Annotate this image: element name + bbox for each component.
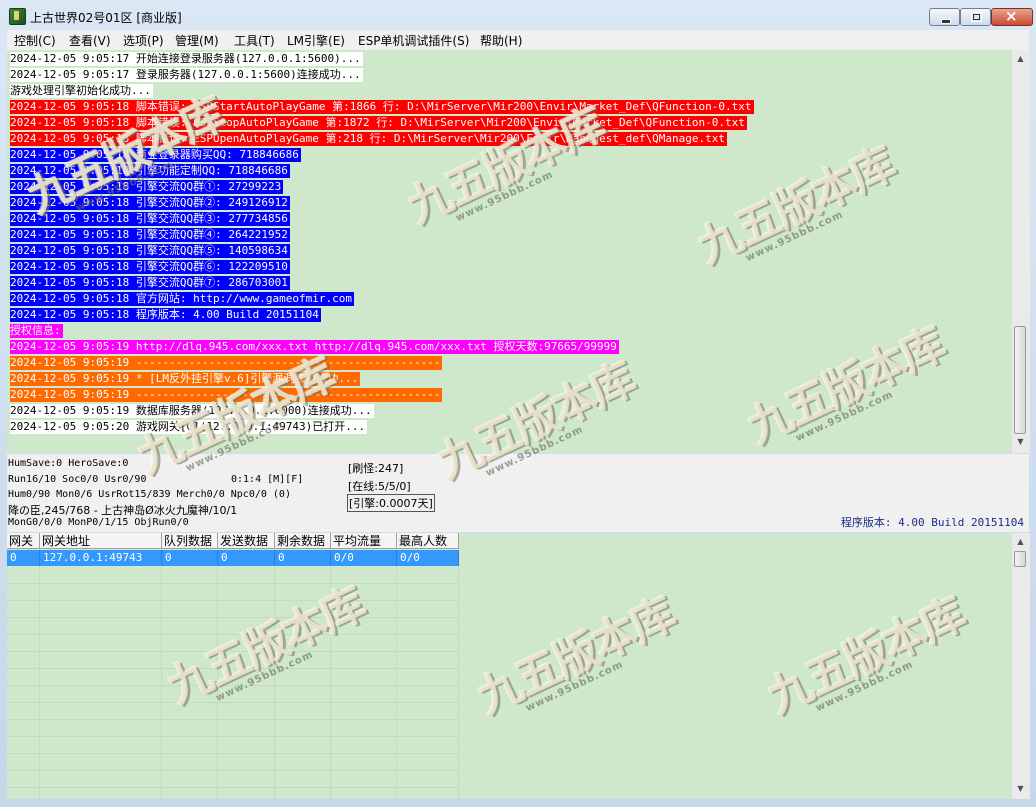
mob-refresh-status: [刷怪:247] [348, 462, 404, 475]
log-line: 2024-12-05 9:05:18 引擎功能定制QQ: 718846686 [10, 164, 290, 178]
application-window: 上古世界02号01区 [商业版] × 控制(C) 查看(V) 选项(P) 管理(… [0, 0, 1036, 807]
log-line: 2024-12-05 9:05:18 引擎交流QQ群④: 264221952 [10, 228, 290, 242]
log-line: 2024-12-05 9:05:18 引擎交流QQ群⑥: 122209510 [10, 260, 290, 274]
grid-line [7, 753, 459, 754]
grid-line [396, 567, 397, 799]
log-line: 2024-12-05 9:05:19 数据库服务器(127.0.0.1:6000… [10, 404, 374, 418]
engine-status: [引擎:0.0007天] [347, 494, 435, 512]
table-cell[interactable]: 0 [162, 550, 218, 566]
log-line: 2024-12-05 9:05:18 引擎交流QQ群⑤: 140598634 [10, 244, 290, 258]
log-line: 2024-12-05 9:05:18 引擎交流QQ群③: 277734856 [10, 212, 290, 226]
grid-line [7, 583, 459, 584]
maximize-icon [971, 12, 982, 22]
grid-line [7, 770, 459, 771]
log-line: 2024-12-05 9:05:18 引擎交流QQ群②: 249126912 [10, 196, 290, 210]
grid-line [458, 567, 459, 799]
table-cell[interactable]: 0/0 [397, 550, 459, 566]
program-version: 程序版本: 4.00 Build 20151104 [840, 516, 1024, 529]
menu-lm-engine[interactable]: LM引擎(E) [287, 32, 345, 49]
minimize-button[interactable] [929, 8, 960, 26]
col-header-sent-data[interactable]: 发送数据 [218, 533, 275, 549]
map-status: 降の臣,245/768 - 上古神岛Ø冰火九魔神/10/1 [8, 504, 238, 517]
col-header-remaining-data[interactable]: 剩余数据 [275, 533, 331, 549]
log-line: 2024-12-05 9:05:19 ---------------------… [10, 388, 443, 402]
log-line: 2024-12-05 9:05:18 引擎交流QQ群①: 27299223 [10, 180, 284, 194]
app-icon[interactable] [9, 8, 26, 25]
menu-view[interactable]: 查看(V) [69, 32, 111, 49]
status-panel: HumSave:0 HeroSave:0 Run16/10 Soc0/0 Usr… [7, 454, 1029, 532]
table-cell[interactable]: 0 [275, 550, 331, 566]
log-line: 游戏处理引擎初始化成功... [10, 84, 153, 98]
table-scrollbar[interactable]: ▲ ▼ [1011, 533, 1030, 799]
grid-line [7, 651, 459, 652]
grid-line [7, 719, 459, 720]
log-line: 授权信息: [10, 324, 63, 338]
table-cell[interactable]: 127.0.0.1:49743 [40, 550, 162, 566]
menu-esp-plugin[interactable]: ESP单机调试插件(S) [358, 32, 469, 49]
save-status: HumSave:0 HeroSave:0 [8, 458, 129, 469]
menu-options[interactable]: 选项(P) [123, 32, 164, 49]
log-line: 2024-12-05 9:05:19 http://dlq.945.com/xx… [10, 340, 619, 354]
log-scrollbar[interactable]: ▲ ▼ [1011, 50, 1030, 453]
human-monster-status: Hum0/90 Mon0/6 UsrRot15/839 Merch0/0 Npc… [8, 489, 291, 500]
scroll-up-icon[interactable]: ▲ [1014, 535, 1027, 549]
window-title: 上古世界02号01区 [商业版] [30, 11, 182, 25]
col-header-gateway-address[interactable]: 网关地址 [40, 533, 162, 549]
maximize-button[interactable] [960, 8, 991, 26]
grid-line [7, 668, 459, 669]
server-log[interactable]: 2024-12-05 9:05:17 开始连接登录服务器(127.0.0.1:5… [7, 50, 1011, 453]
col-header-gateway[interactable]: 网关 [7, 533, 40, 549]
col-header-queue-data[interactable]: 队列数据 [162, 533, 218, 549]
grid-line [330, 567, 331, 799]
minimize-icon [941, 19, 951, 24]
log-line: 2024-12-05 9:05:18 脚本错误: ESPStopAutoPlay… [10, 116, 747, 130]
grid-line [7, 634, 459, 635]
log-line: 2024-12-05 9:05:19 ---------------------… [10, 356, 443, 370]
menu-control[interactable]: 控制(C) [14, 32, 56, 49]
scrollbar-thumb[interactable] [1014, 551, 1026, 567]
uptime-status: 0:1:4 [M][F] [231, 474, 304, 485]
log-line: 2024-12-05 9:05:18 商业登录器购买QQ: 718846686 [10, 148, 301, 162]
menu-tools[interactable]: 工具(T) [234, 32, 275, 49]
grid-line [7, 617, 459, 618]
log-line: 2024-12-05 9:05:20 游戏网关[0](127.0.0.1:497… [10, 420, 368, 434]
log-line: 2024-12-05 9:05:18 官方网站: http://www.game… [10, 292, 355, 306]
grid-line [7, 736, 459, 737]
scroll-up-icon[interactable]: ▲ [1014, 52, 1027, 66]
scroll-down-icon[interactable]: ▼ [1014, 435, 1027, 449]
table-cell[interactable]: 0/0 [331, 550, 397, 566]
scrollbar-thumb[interactable] [1014, 326, 1026, 434]
log-line: 2024-12-05 9:05:17 开始连接登录服务器(127.0.0.1:5… [10, 52, 363, 66]
table-cell[interactable]: 0 [7, 550, 40, 566]
run-status: Run16/10 Soc0/0 Usr0/90 [8, 474, 147, 485]
log-line: 2024-12-05 9:05:17 登录服务器(127.0.0.1:5600)… [10, 68, 363, 82]
log-line: 2024-12-05 9:05:18 脚本错误: ESPOpenAutoPlay… [10, 132, 728, 146]
col-header-max-users[interactable]: 最高人数 [397, 533, 459, 549]
close-button[interactable]: × [991, 7, 1033, 26]
table-cell[interactable]: 0 [218, 550, 275, 566]
gateway-table[interactable]: 网关 网关地址 队列数据 发送数据 剩余数据 平均流量 最高人数 0 127.0… [7, 533, 1011, 799]
grid-line [161, 567, 162, 799]
scroll-down-icon[interactable]: ▼ [1014, 782, 1027, 796]
log-line: 2024-12-05 9:05:18 脚本错误: ESPStartAutoPla… [10, 100, 754, 114]
title-bar[interactable]: 上古世界02号01区 [商业版] × [0, 0, 1036, 30]
grid-line [7, 600, 459, 601]
grid-line [39, 567, 40, 799]
menu-bar: 控制(C) 查看(V) 选项(P) 管理(M) 工具(T) LM引擎(E) ES… [7, 30, 1029, 50]
menu-manage[interactable]: 管理(M) [175, 32, 219, 49]
close-icon: × [1005, 7, 1018, 25]
monster-gen-status: MonG0/0/0 MonP0/1/15 ObjRun0/0 [8, 517, 189, 528]
online-status: [在线:5/5/0] [348, 480, 411, 493]
log-line: 2024-12-05 9:05:18 引擎交流QQ群⑦: 286703001 [10, 276, 290, 290]
menu-help[interactable]: 帮助(H) [480, 32, 522, 49]
log-line: 2024-12-05 9:05:19 * [LM反外挂引擎v.6]引擎漏洞修复成… [10, 372, 361, 386]
grid-line [274, 567, 275, 799]
grid-line [217, 567, 218, 799]
grid-line [7, 702, 459, 703]
log-line: 2024-12-05 9:05:18 程序版本: 4.00 Build 2015… [10, 308, 321, 322]
grid-line [7, 685, 459, 686]
grid-line [7, 787, 459, 788]
col-header-avg-traffic[interactable]: 平均流量 [331, 533, 397, 549]
